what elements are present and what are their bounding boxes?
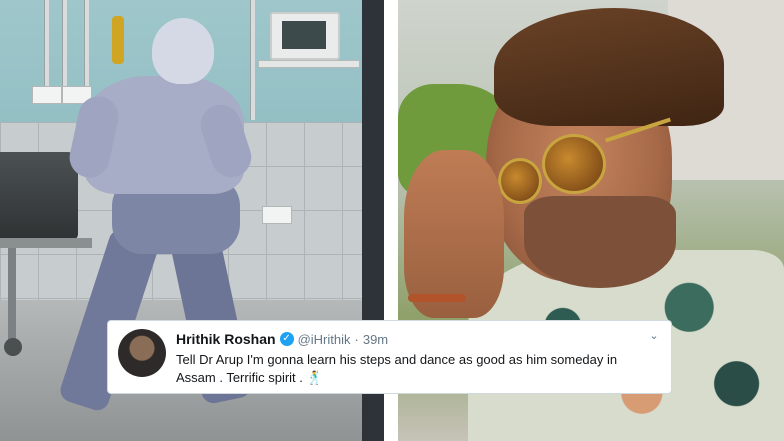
wall-socket [262, 206, 292, 224]
wall-socket [32, 86, 62, 104]
tweet-card[interactable]: Hrithik Roshan ✓ @iHrithik · 39m ⌄ Tell … [107, 320, 672, 394]
sunglasses-lens [542, 134, 606, 194]
ppe-hood [152, 18, 214, 84]
oxygen-valve [112, 16, 124, 64]
tweet-timestamp[interactable]: 39m [363, 332, 388, 347]
hair [494, 8, 724, 126]
wall-pipe [84, 0, 89, 100]
hand [404, 150, 504, 318]
tweet-text-line-1: Tell Dr Arup I'm gonna learn his steps a… [176, 352, 618, 367]
dancer-emoji-icon: 🕺 [306, 370, 323, 385]
tweet-author-handle[interactable]: @iHrithik [298, 332, 351, 347]
tweet-header: Hrithik Roshan ✓ @iHrithik · 39m [176, 330, 388, 348]
wall-pipe [250, 0, 255, 120]
tweet-author-name[interactable]: Hrithik Roshan [176, 331, 276, 347]
thread-bracelet [408, 294, 466, 302]
chevron-down-icon[interactable]: ⌄ [647, 329, 661, 343]
bed-wheel [4, 338, 22, 356]
wall-pipe [44, 0, 49, 100]
avatar[interactable] [118, 329, 166, 377]
tweet-text: Tell Dr Arup I'm gonna learn his steps a… [176, 351, 664, 387]
tweet-separator: · [354, 331, 359, 347]
sunglasses-lens [498, 158, 542, 204]
bed-leg [8, 248, 16, 348]
tweet-text-line-2: Assam . Terrific spirit . [176, 370, 303, 385]
bed-rail [0, 238, 92, 248]
patient-monitor [270, 12, 340, 60]
monitor-shelf [258, 60, 360, 68]
verified-badge-icon: ✓ [279, 332, 294, 346]
wall-pipe [62, 0, 67, 100]
hospital-bed [0, 152, 78, 240]
beard [524, 196, 676, 288]
